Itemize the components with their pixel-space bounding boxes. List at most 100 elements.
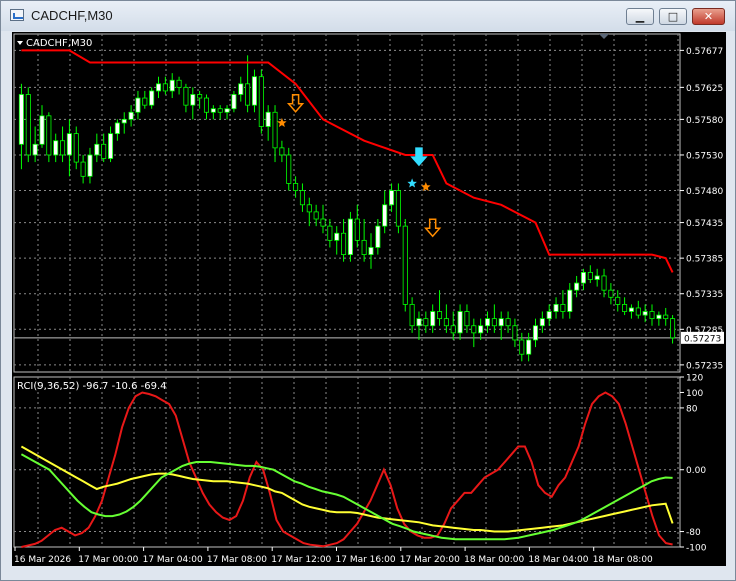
current-price-label: 0.57273 — [684, 334, 721, 344]
candle-body — [580, 271, 586, 284]
price-panel-frame — [13, 33, 681, 373]
candle-body — [176, 79, 182, 88]
candle-body — [251, 76, 257, 106]
candle-body — [526, 339, 532, 355]
candle-body — [532, 325, 539, 341]
candle-body — [149, 90, 155, 106]
candle-body — [169, 79, 175, 92]
candle-body — [615, 296, 621, 305]
candle-body — [60, 140, 66, 156]
candle-body — [457, 311, 463, 334]
candle-body — [258, 76, 264, 127]
star-marker-icon — [421, 182, 431, 191]
candle-body — [121, 118, 127, 124]
price-panel-title: CADCHF,M30 — [26, 38, 92, 49]
candle-body — [299, 190, 305, 206]
maximize-button[interactable]: □ — [659, 8, 687, 25]
candle-body — [108, 133, 114, 159]
candle-body — [306, 204, 312, 213]
price-tick-label: 0.57235 — [686, 361, 723, 371]
candle-body — [519, 339, 525, 355]
candle-body — [382, 204, 388, 227]
candle-body — [491, 318, 497, 327]
candle-body — [560, 303, 566, 312]
candle-body — [471, 325, 477, 334]
candle-body — [437, 311, 443, 320]
time-tick-label: 17 Mar 00:00 — [78, 555, 138, 565]
candle-body — [649, 311, 655, 320]
candle-body — [155, 83, 162, 92]
candle-body — [347, 218, 353, 255]
candle-body — [293, 183, 299, 191]
candle-body — [656, 314, 662, 320]
candle-body — [484, 318, 491, 327]
candle-body — [18, 94, 24, 145]
candle-body — [210, 108, 216, 113]
time-tick-label: 17 Mar 16:00 — [336, 555, 396, 565]
down-arrow-marker-icon — [286, 93, 305, 113]
status-bar — [1, 566, 735, 580]
candle-body — [313, 211, 319, 220]
candle-body — [217, 108, 223, 113]
rci-panel-title: RCI(9,36,52) -96.7 -10.6 -69.4 — [17, 381, 167, 392]
candle-body — [464, 311, 470, 327]
price-tick-label: 0.57385 — [686, 255, 723, 265]
candle-body — [512, 325, 518, 341]
price-tick-label: 0.57677 — [686, 47, 723, 57]
down-arrow-marker-icon — [424, 218, 442, 238]
candle-body — [389, 190, 395, 206]
candle-body — [279, 147, 285, 156]
candle-body — [265, 111, 271, 127]
candle-body — [368, 247, 374, 255]
window-title: CADCHF,M30 — [31, 8, 113, 23]
candle-body — [409, 303, 415, 327]
time-tick-label: 17 Mar 12:00 — [271, 555, 331, 565]
candle-body — [94, 143, 100, 156]
rci-tick-label: 0.00 — [686, 466, 706, 476]
candle-body — [546, 311, 552, 320]
chart-canvas[interactable]: 0.57677 0.57625 0.57580 0.57530 0.57480 0.574… — [12, 32, 726, 566]
candle-body — [628, 307, 634, 312]
candle-body — [498, 318, 504, 327]
candle-body — [567, 289, 573, 312]
candle-body — [135, 97, 141, 113]
rci-tick-label: 100 — [686, 389, 703, 399]
candle-body — [80, 161, 86, 177]
time-tick-label: 18 Mar 04:00 — [528, 555, 588, 565]
chart-window-icon — [10, 9, 24, 21]
candle-body — [224, 108, 230, 113]
price-tick-label: 0.57435 — [686, 219, 723, 229]
candle-body — [320, 218, 326, 227]
rci-long-line — [20, 453, 673, 541]
candle-body — [423, 318, 429, 327]
chart-window: CADCHF,M30 ▁ □ ✕ 0.57677 0.57625 0.57580 0.… — [0, 0, 736, 581]
candle-body — [334, 232, 340, 241]
panel-menu-triangle-icon[interactable] — [17, 41, 23, 45]
candle-body — [478, 325, 484, 334]
grid — [13, 33, 681, 548]
rci-tick-label: -100 — [686, 544, 707, 554]
shift-marker-icon[interactable] — [599, 34, 609, 39]
minimize-button[interactable]: ▁ — [626, 8, 654, 25]
candle-body — [25, 94, 31, 156]
maximize-icon: □ — [667, 10, 679, 23]
candle-body — [430, 311, 436, 327]
candle-body — [231, 94, 237, 110]
title-bar[interactable]: CADCHF,M30 ▁ □ ✕ — [1, 1, 735, 31]
price-panel — [14, 49, 680, 362]
price-tick-label: 0.57530 — [686, 151, 723, 161]
price-tick-label: 0.57335 — [686, 290, 723, 300]
rci-tick-label: -80 — [686, 528, 701, 538]
time-tick-label: 17 Mar 20:00 — [400, 555, 460, 565]
candle-body — [32, 143, 38, 156]
price-tick-label: 0.57580 — [686, 116, 723, 126]
price-tick-label: 0.57480 — [686, 187, 723, 197]
candle-body — [670, 318, 676, 339]
candle-body — [101, 143, 107, 159]
close-button[interactable]: ✕ — [692, 8, 725, 25]
candle-body — [286, 154, 292, 184]
candle-body — [505, 318, 511, 327]
chart-area[interactable]: 0.57677 0.57625 0.57580 0.57530 0.57480 0.574… — [12, 32, 726, 566]
candle-body — [114, 122, 120, 135]
rci-mid-line — [20, 445, 674, 533]
